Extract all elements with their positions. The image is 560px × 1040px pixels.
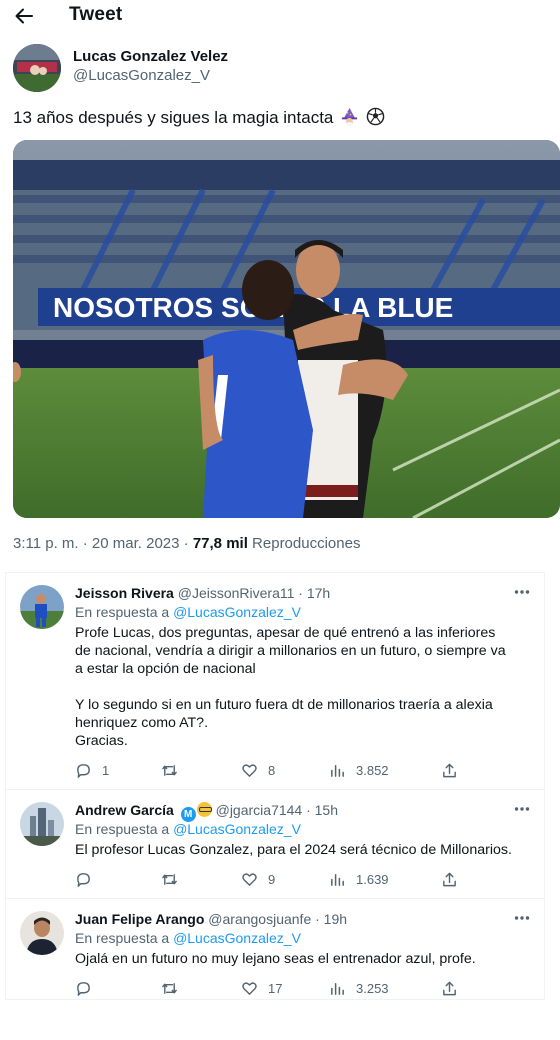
reply-author-name[interactable]: Juan Felipe Arango bbox=[75, 911, 204, 927]
wizard-emoji-icon bbox=[342, 107, 358, 126]
reply-text: Profe Lucas, dos preguntas, apesar de qu… bbox=[75, 624, 515, 750]
share-icon bbox=[443, 763, 456, 777]
reply-actions: 1 8 3.852 bbox=[75, 760, 465, 780]
views-action[interactable]: 3.852 bbox=[329, 760, 389, 780]
author-avatar[interactable] bbox=[13, 44, 61, 92]
tweet-text: 13 años después y sigues la magia intact… bbox=[13, 107, 385, 128]
retweet-icon bbox=[162, 764, 177, 776]
replying-to: En respuesta a @LucasGonzalez_V bbox=[75, 821, 301, 837]
reply-author-name[interactable]: Andrew García bbox=[75, 802, 174, 818]
heart-icon bbox=[242, 872, 257, 886]
retweet-action[interactable] bbox=[161, 760, 188, 780]
like-action[interactable]: 8 bbox=[241, 760, 275, 780]
replying-to-prefix: En respuesta a bbox=[75, 821, 170, 837]
more-options-icon[interactable] bbox=[514, 589, 530, 595]
reply-avatar[interactable] bbox=[20, 911, 64, 955]
replying-to-handle[interactable]: @LucasGonzalez_V bbox=[173, 930, 301, 946]
reply-text-line: Y lo segundo si en un futuro fuera dt de… bbox=[75, 697, 493, 731]
reply-text: El profesor Lucas Gonzalez, para el 2024… bbox=[75, 841, 535, 859]
share-action[interactable] bbox=[441, 978, 468, 998]
tweet-timestamp[interactable]: 3:11 p. m. · 20 mar. 2023 · bbox=[13, 535, 189, 552]
author-name[interactable]: Lucas Gonzalez Velez bbox=[73, 48, 228, 65]
replying-to-handle[interactable]: @LucasGonzalez_V bbox=[173, 821, 301, 837]
top-bar: Tweet bbox=[0, 0, 560, 32]
reply-avatar[interactable] bbox=[20, 585, 64, 629]
back-arrow-icon[interactable] bbox=[14, 6, 34, 26]
reply-action[interactable] bbox=[75, 978, 102, 998]
replying-to-prefix: En respuesta a bbox=[75, 930, 170, 946]
replies-list: Jeisson Rivera @JeissonRivera11 · 17h En… bbox=[5, 572, 545, 1000]
reply-text-line: Ojalá en un futuro no muy lejano seas el… bbox=[75, 951, 476, 967]
author-handle[interactable]: @LucasGonzalez_V bbox=[73, 67, 210, 84]
page-title: Tweet bbox=[69, 4, 123, 25]
views-count: 3.253 bbox=[356, 980, 389, 996]
share-icon bbox=[443, 872, 456, 886]
m-badge-icon: M bbox=[180, 807, 196, 822]
reply-text-line: Profe Lucas, dos preguntas, apesar de qu… bbox=[75, 625, 506, 677]
like-action[interactable]: 9 bbox=[241, 869, 275, 889]
analytics-icon bbox=[331, 982, 344, 995]
tweet-meta: 3:11 p. m. · 20 mar. 2023 · 77,8 mil Rep… bbox=[13, 535, 360, 552]
heart-icon bbox=[242, 981, 257, 995]
like-count: 9 bbox=[268, 871, 276, 887]
reply-count: 1 bbox=[102, 762, 110, 778]
reply-author[interactable]: Jeisson Rivera @JeissonRivera11 · 17h bbox=[75, 585, 330, 601]
more-options-icon[interactable] bbox=[514, 915, 530, 921]
retweet-action[interactable] bbox=[161, 869, 188, 889]
reply-avatar[interactable] bbox=[20, 802, 64, 846]
reply-author[interactable]: Andrew García M @jgarcia7144 · 15h bbox=[75, 802, 338, 822]
comment-icon bbox=[77, 872, 90, 887]
reply-text-spacer bbox=[75, 678, 515, 696]
replying-to: En respuesta a @LucasGonzalez_V bbox=[75, 930, 301, 946]
views-count: 77,8 mil bbox=[192, 535, 248, 552]
reply-actions: 17 3.253 bbox=[75, 978, 465, 998]
views-count: 1.639 bbox=[356, 871, 389, 887]
reply-item[interactable]: Jeisson Rivera @JeissonRivera11 · 17h En… bbox=[6, 573, 544, 790]
reply-author-meta: @arangosjuanfe · 19h bbox=[208, 911, 348, 927]
reply-action[interactable] bbox=[75, 869, 102, 889]
tweet-media-photo[interactable]: NOSOTROS SOMOS LA BLUE bbox=[13, 140, 560, 518]
comment-icon bbox=[77, 981, 90, 996]
retweet-action[interactable] bbox=[161, 978, 188, 998]
views-label: Reproducciones bbox=[252, 535, 361, 552]
like-action[interactable]: 17 bbox=[241, 978, 282, 998]
views-count: 3.852 bbox=[356, 762, 389, 778]
reply-text-line: Gracias. bbox=[75, 733, 128, 749]
reply-action[interactable]: 1 bbox=[75, 760, 109, 780]
reply-text: Ojalá en un futuro no muy lejano seas el… bbox=[75, 950, 535, 968]
reply-item[interactable]: Juan Felipe Arango @arangosjuanfe · 19h … bbox=[6, 899, 544, 999]
retweet-icon bbox=[162, 982, 177, 994]
like-count: 17 bbox=[268, 980, 283, 996]
like-count: 8 bbox=[268, 762, 276, 778]
comment-icon bbox=[77, 763, 90, 778]
share-action[interactable] bbox=[441, 760, 468, 780]
more-options-icon[interactable] bbox=[514, 806, 530, 812]
replying-to-prefix: En respuesta a bbox=[75, 604, 170, 620]
reply-author-meta: @JeissonRivera11 · 17h bbox=[177, 585, 331, 601]
replying-to: En respuesta a @LucasGonzalez_V bbox=[75, 604, 301, 620]
heart-icon bbox=[242, 763, 257, 777]
reply-actions: 9 1.639 bbox=[75, 869, 465, 889]
tweet-text-content: 13 años después y sigues la magia intact… bbox=[13, 108, 334, 127]
views-action[interactable]: 1.639 bbox=[329, 869, 389, 889]
replying-to-handle[interactable]: @LucasGonzalez_V bbox=[173, 604, 301, 620]
soccer-ball-emoji-icon bbox=[366, 107, 385, 126]
views-action[interactable]: 3.253 bbox=[329, 978, 389, 998]
share-icon bbox=[443, 981, 456, 995]
nerd-face-emoji-icon bbox=[196, 802, 212, 817]
reply-author[interactable]: Juan Felipe Arango @arangosjuanfe · 19h bbox=[75, 911, 347, 927]
share-action[interactable] bbox=[441, 869, 468, 889]
retweet-icon bbox=[162, 873, 177, 885]
analytics-icon bbox=[331, 764, 344, 777]
reply-item[interactable]: Andrew García M @jgarcia7144 · 15h En re… bbox=[6, 790, 544, 899]
analytics-icon bbox=[331, 873, 344, 886]
reply-author-meta: @jgarcia7144 · 15h bbox=[215, 802, 339, 818]
reply-author-name[interactable]: Jeisson Rivera bbox=[75, 585, 174, 601]
reply-text-line: El profesor Lucas Gonzalez, para el 2024… bbox=[75, 842, 512, 858]
